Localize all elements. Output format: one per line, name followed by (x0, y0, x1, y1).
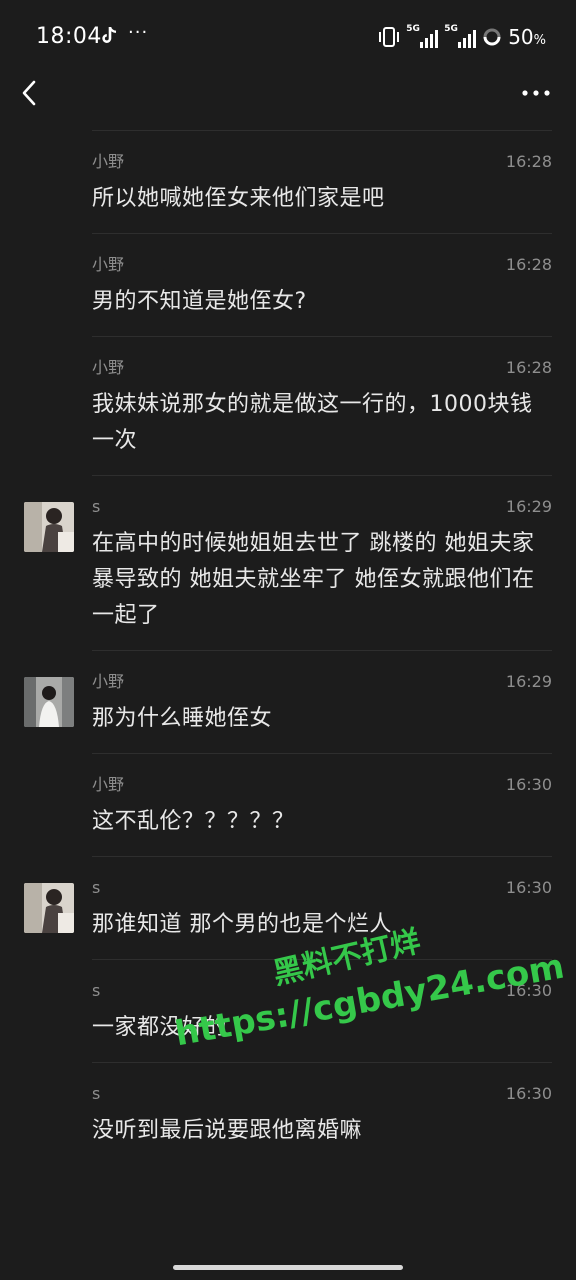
status-time: 18:04 (36, 24, 102, 49)
message-text: 所以她喊她侄女来他们家是吧 (92, 186, 385, 211)
avatar-s[interactable] (24, 502, 74, 552)
status-icons: 5G 5G 50% (378, 24, 546, 50)
message-text: 没听到最后说要跟他离婚嘛 (92, 1118, 363, 1143)
vibrate-icon (379, 27, 400, 47)
message-text: 在高中的时候她姐姐去世了 跳楼的 她姐夫家暴导致的 她姐夫就坐牢了 她侄女就跟他… (92, 531, 535, 628)
message-item[interactable]: s 16:29 在高中的时候她姐姐去世了 跳楼的 她姐夫家暴导致的 她姐夫就坐牢… (0, 476, 576, 650)
avatar-s[interactable] (24, 883, 74, 933)
message-item[interactable]: 小野 16:28 所以她喊她侄女来他们家是吧 (0, 131, 576, 233)
message-time: 16:28 (505, 255, 552, 274)
sender-name: 小野 (92, 358, 125, 377)
message-time: 16:29 (505, 497, 552, 516)
message-time: 16:29 (505, 672, 552, 691)
message-text: 那为什么睡她侄女 (92, 706, 273, 731)
battery-ring-icon (483, 28, 501, 46)
chat-header (0, 72, 576, 116)
signal-icon: 5G (406, 24, 439, 48)
message-text: 男的不知道是她侄女? (92, 289, 307, 314)
sender-name: 小野 (92, 775, 125, 794)
tiktok-icon (102, 27, 117, 43)
message-time: 16:28 (505, 152, 552, 171)
message-item[interactable]: 小野 16:30 这不乱伦？？？？？ (0, 754, 576, 856)
avatar-xiaoye[interactable] (24, 677, 74, 727)
message-time: 16:30 (505, 1084, 552, 1103)
sender-name: 小野 (92, 152, 125, 171)
message-item[interactable]: 小野 16:28 我妹妹说那女的就是做这一行的，1000块钱一次 (0, 337, 576, 475)
message-time: 16:30 (505, 775, 552, 794)
sender-name: s (92, 1084, 101, 1103)
status-bar: 18:04 ··· 5G 5G 50% (0, 0, 576, 72)
home-indicator[interactable] (173, 1265, 403, 1270)
message-time: 16:30 (505, 878, 552, 897)
message-item[interactable]: 小野 16:28 男的不知道是她侄女? (0, 234, 576, 336)
back-button[interactable] (16, 76, 44, 110)
signal-icon: 5G (444, 24, 477, 48)
sender-name: 小野 (92, 672, 125, 691)
sender-name: s (92, 878, 101, 897)
signal-label: 5G (444, 24, 458, 34)
message-text: 我妹妹说那女的就是做这一行的，1000块钱一次 (92, 392, 533, 453)
message-text: 这不乱伦？？？？？ (92, 809, 295, 834)
message-time: 16:28 (505, 358, 552, 377)
status-more-dots: ··· (128, 22, 149, 43)
message-item[interactable]: s 16:30 没听到最后说要跟他离婚嘛 (0, 1063, 576, 1165)
sender-name: s (92, 497, 101, 516)
signal-label: 5G (406, 24, 420, 34)
chat-screen: 18:04 ··· 5G 5G 50% 小野 16:28 所以她喊她侄女来他们家… (0, 0, 576, 1280)
message-item[interactable]: s 16:30 那谁知道 那个男的也是个烂人 (0, 857, 576, 959)
battery-level: 50% (508, 25, 546, 49)
sender-name: 小野 (92, 255, 125, 274)
more-options-button[interactable] (520, 78, 552, 108)
message-item[interactable]: 小野 16:29 那为什么睡她侄女 (0, 651, 576, 753)
